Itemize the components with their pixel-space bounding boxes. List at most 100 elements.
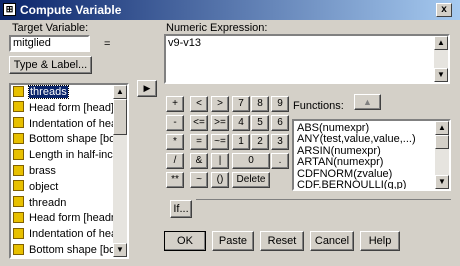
ruler-icon — [13, 196, 24, 208]
key-not-equal-button[interactable]: ~= — [211, 134, 229, 150]
functions-label: Functions: — [293, 100, 344, 112]
variable-item[interactable]: Head form [head] — [13, 101, 114, 119]
functions-list[interactable]: ABS(numexpr) ANY(test,value,value,...) ARS… — [292, 119, 451, 191]
ruler-icon — [13, 211, 24, 223]
key-less-than-button[interactable]: < — [190, 96, 208, 112]
key-greater-equal-button[interactable]: >= — [211, 115, 229, 131]
scroll-down-icon[interactable]: ▼ — [113, 243, 127, 257]
paste-button-text: Paste — [218, 235, 248, 247]
ruler-icon — [13, 164, 24, 176]
key-equals-button[interactable]: = — [190, 134, 208, 150]
ruler-icon — [13, 117, 24, 129]
cancel-button-text: Cancel — [314, 235, 350, 247]
equals-sign: = — [104, 38, 111, 50]
cancel-button[interactable]: Cancel — [310, 231, 354, 251]
key-decimal-button[interactable]: . — [271, 153, 289, 169]
variable-item[interactable]: Head form [headn] — [13, 211, 121, 229]
key-minus-button[interactable]: - — [166, 115, 184, 131]
scroll-down-icon[interactable]: ▼ — [435, 175, 449, 189]
functions-scrollbar[interactable]: ▲ ▼ — [435, 121, 449, 189]
target-variable-label: Target Variable: — [12, 22, 89, 34]
key-power-button[interactable]: ** — [166, 172, 184, 188]
function-item[interactable]: ARTAN(numexpr) — [297, 156, 383, 168]
variable-list-scrollbar[interactable]: ▲ ▼ — [113, 85, 127, 257]
key-plus-button[interactable]: + — [166, 96, 184, 112]
variable-label: Head form [headn] — [29, 212, 121, 225]
numeric-expression-label: Numeric Expression: — [166, 22, 268, 34]
divider — [196, 199, 451, 200]
paste-button[interactable]: Paste — [212, 231, 254, 251]
key-digit-7-button[interactable]: 7 — [232, 96, 250, 112]
variable-label: object — [29, 180, 59, 193]
variable-item[interactable]: Indentation of head — [13, 227, 124, 245]
variable-label: Length in half-inche — [29, 149, 126, 162]
variable-label: Indentation of head — [29, 228, 124, 241]
variable-label: Indentation of head — [29, 117, 124, 130]
key-digit-2-button[interactable]: 2 — [251, 134, 269, 150]
target-variable-input[interactable]: mitglied — [9, 35, 90, 52]
key-digit-6-button[interactable]: 6 — [271, 115, 289, 131]
scroll-thumb[interactable] — [435, 135, 449, 149]
close-button[interactable]: x — [436, 3, 452, 17]
scroll-up-icon[interactable]: ▲ — [434, 36, 448, 50]
variable-label: brass — [29, 165, 56, 177]
key-multiply-button[interactable]: * — [166, 134, 184, 150]
scroll-up-icon[interactable]: ▲ — [435, 121, 449, 135]
ruler-icon — [13, 148, 24, 160]
variable-item[interactable]: Bottom shape [both — [13, 132, 125, 150]
expression-scrollbar[interactable]: ▲ ▼ — [434, 36, 448, 82]
scroll-thumb[interactable] — [113, 99, 127, 135]
ruler-icon — [13, 180, 24, 192]
variable-item[interactable]: Length in half-inche — [13, 148, 126, 166]
key-digit-8-button[interactable]: 8 — [251, 96, 269, 112]
ruler-icon — [13, 132, 24, 144]
reset-button[interactable]: Reset — [260, 231, 304, 251]
key-or-button[interactable]: | — [211, 153, 229, 169]
key-digit-4-button[interactable]: 4 — [232, 115, 250, 131]
key-digit-9-button[interactable]: 9 — [271, 96, 289, 112]
ruler-icon — [13, 101, 24, 113]
function-item[interactable]: CDF.BERNOULLI(q,p) — [297, 179, 406, 189]
key-parentheses-button[interactable]: () — [211, 172, 229, 188]
variable-list[interactable]: threads Head form [head] Indentation of he… — [9, 83, 129, 259]
ok-button[interactable]: OK — [164, 231, 206, 251]
scroll-down-icon[interactable]: ▼ — [434, 68, 448, 82]
transfer-arrow-button[interactable]: ▶ — [137, 80, 157, 97]
variable-item[interactable]: Indentation of head — [13, 117, 124, 135]
type-label-button-text: Type & Label... — [13, 59, 88, 71]
if-button[interactable]: If... — [170, 200, 192, 218]
variable-label: threads — [28, 85, 69, 99]
variable-label: Bottom shape [both — [29, 133, 125, 146]
function-up-button[interactable]: ▲ — [354, 94, 381, 110]
function-item[interactable]: ANY(test,value,value,...) — [297, 133, 416, 145]
key-delete-button[interactable]: Delete — [232, 172, 270, 188]
title-bar: ⊞ Compute Variable x — [0, 0, 460, 20]
type-label-button[interactable]: Type & Label... — [9, 56, 92, 74]
key-digit-0-button[interactable]: 0 — [232, 153, 270, 169]
reset-button-text: Reset — [267, 235, 297, 247]
numeric-expression-input[interactable]: v9-v13 ▲ ▼ — [164, 34, 450, 84]
spss-icon: ⊞ — [3, 3, 16, 16]
right-arrow-icon: ▶ — [143, 83, 151, 93]
help-button[interactable]: Help — [360, 231, 400, 251]
function-item[interactable]: ABS(numexpr) — [297, 122, 369, 134]
key-digit-1-button[interactable]: 1 — [232, 134, 250, 150]
up-arrow-icon: ▲ — [363, 97, 372, 107]
variable-item[interactable]: Bottom shape [botts — [13, 243, 127, 257]
function-item[interactable]: CDFNORM(zvalue) — [297, 168, 392, 180]
variable-label: Head form [head] — [29, 101, 114, 114]
key-digit-5-button[interactable]: 5 — [251, 115, 269, 131]
key-divide-button[interactable]: / — [166, 153, 184, 169]
key-and-button[interactable]: & — [190, 153, 208, 169]
key-greater-than-button[interactable]: > — [211, 96, 229, 112]
variable-label: threadn — [29, 196, 67, 209]
help-button-text: Help — [368, 235, 392, 247]
target-variable-value: mitglied — [13, 37, 51, 49]
ruler-icon — [13, 85, 24, 97]
scroll-up-icon[interactable]: ▲ — [113, 85, 127, 99]
key-less-equal-button[interactable]: <= — [190, 115, 208, 131]
key-digit-3-button[interactable]: 3 — [271, 134, 289, 150]
ruler-icon — [13, 243, 24, 255]
function-item[interactable]: ARSIN(numexpr) — [297, 145, 381, 157]
key-not-button[interactable]: ~ — [190, 172, 208, 188]
